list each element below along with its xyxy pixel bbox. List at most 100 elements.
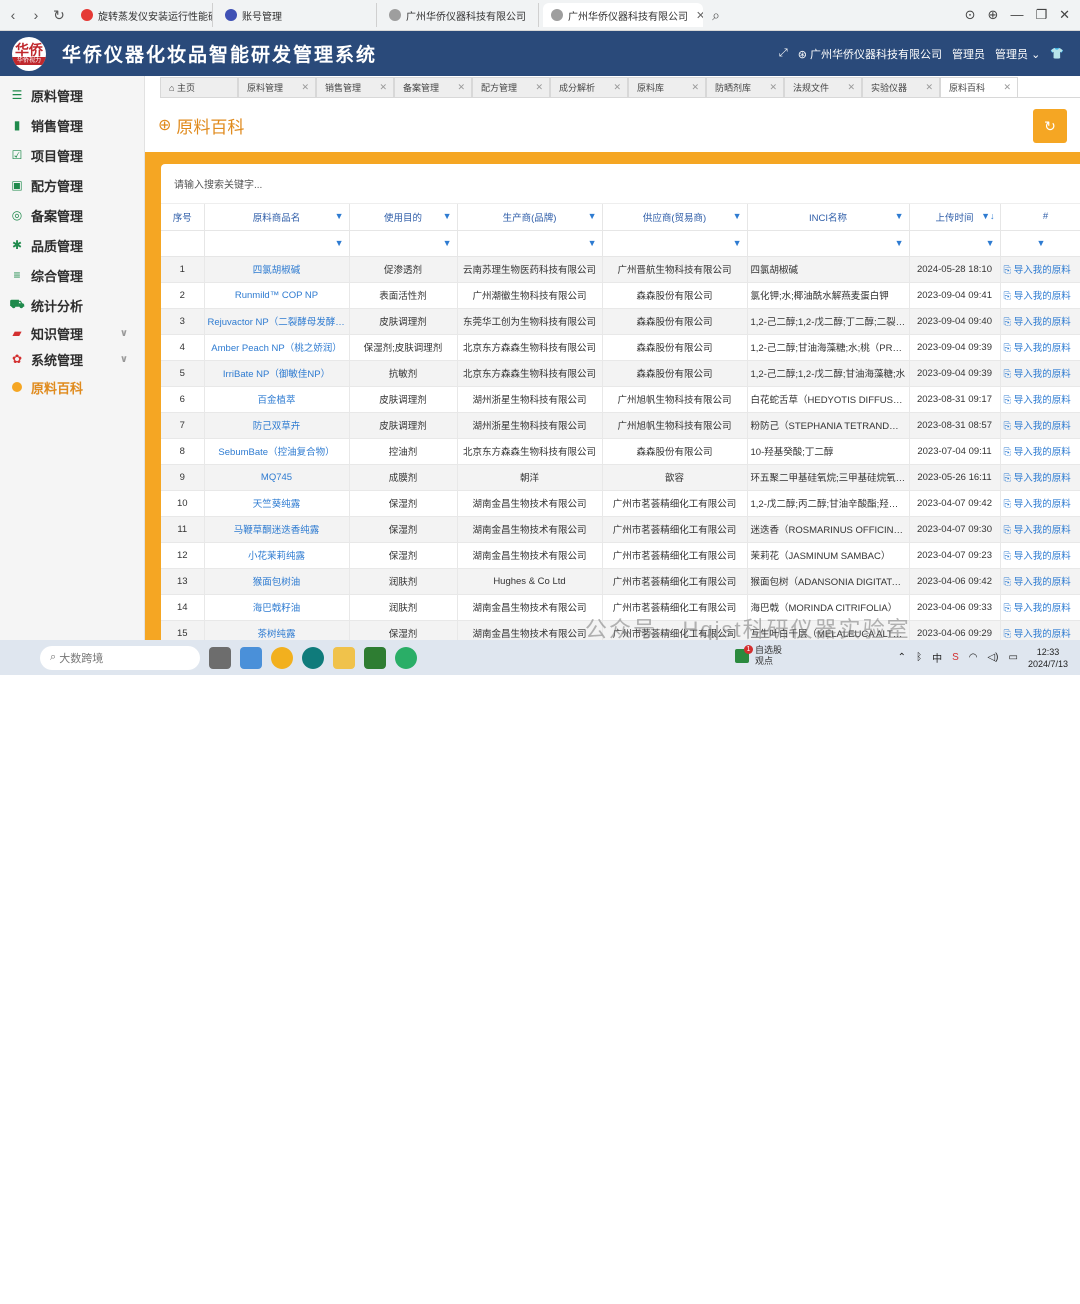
tab-sales[interactable]: 销售管理 ✕ [316,77,394,97]
sidebar-item-materials[interactable]: ☰ 原料管理 [0,80,144,110]
filter-input-name[interactable]: ▼ [204,230,350,257]
wifi-icon[interactable]: ◠ [969,652,978,663]
search-tabs-icon[interactable]: ⌕ [706,5,726,25]
close-icon[interactable]: ✕ [847,82,855,93]
filter-icon[interactable]: ▼ [986,238,995,248]
terminal-icon[interactable] [364,646,386,669]
user-role[interactable]: 管理员 [952,46,985,62]
import-material-button[interactable]: ⎘ 导入我的原料 [1000,386,1080,413]
col-header-inci[interactable]: INCI名称 ▼ [747,204,910,231]
tab-home[interactable]: ⌂ 主页 [160,77,238,97]
filter-icon[interactable]: ▼ [335,211,344,221]
browser-tab-active[interactable]: 广州华侨仪器科技有限公司 ✕ [543,3,703,27]
tab-material-library[interactable]: 原料库 ✕ [628,77,706,97]
sidebar-item-knowledge[interactable]: ▰ 知识管理 ∨ [0,320,144,346]
filter-input-manufacturer[interactable]: ▼ [457,230,603,257]
cell-name[interactable]: 百金植萃 [204,386,350,413]
import-material-button[interactable]: ⎘ 导入我的原料 [1000,516,1080,543]
cell-name[interactable]: 四氯胡椒碱 [204,256,350,283]
battery-icon[interactable]: ▭ [1009,652,1018,663]
taskbar-search[interactable]: ⌕ 大数跨境 [40,645,200,670]
stock-widget[interactable]: 1 自选股 观点 [735,645,782,667]
filter-input-purpose[interactable]: ▼ [349,230,458,257]
import-material-button[interactable]: ⎘ 导入我的原料 [1000,308,1080,335]
filter-input-supplier[interactable]: ▼ [602,230,748,257]
search-input[interactable]: 请输入搜索关键字... [161,164,1080,204]
fullscreen-icon[interactable]: ⤢ [779,47,788,60]
cell-name[interactable]: 茶树纯露 [204,620,350,640]
cell-name[interactable]: MQ745 [204,464,350,491]
cell-name[interactable]: 马鞭草酮迷迭香纯露 [204,516,350,543]
sort-desc-icon[interactable]: ▼↓ [981,211,994,221]
filter-icon[interactable]: ▼ [588,238,597,248]
volume-icon[interactable]: ◁) [987,652,998,663]
filter-input-action[interactable]: ▼ [1000,230,1080,257]
tab-filing[interactable]: 备案管理 ✕ [394,77,472,97]
import-material-button[interactable]: ⎘ 导入我的原料 [1000,282,1080,309]
theme-icon[interactable]: 👕 [1050,47,1064,60]
import-material-button[interactable]: ⎘ 导入我的原料 [1000,334,1080,361]
import-material-button[interactable]: ⎘ 导入我的原料 [1000,360,1080,387]
filter-input-inci[interactable]: ▼ [747,230,910,257]
cell-name[interactable]: 海巴戟籽油 [204,594,350,621]
import-material-button[interactable]: ⎘ 导入我的原料 [1000,464,1080,491]
tab-instruments[interactable]: 实验仪器 ✕ [862,77,940,97]
tab-sunscreen-library[interactable]: 防晒剂库 ✕ [706,77,784,97]
sidebar-item-general[interactable]: ≡ 综合管理 [0,260,144,290]
sidebar-item-formulas[interactable]: ▣ 配方管理 [0,170,144,200]
chevron-up-icon[interactable]: ⌃ [898,652,906,663]
import-material-button[interactable]: ⎘ 导入我的原料 [1000,620,1080,640]
filter-icon[interactable]: ▼ [895,211,904,221]
cell-name[interactable]: IrriBate NP（御敏佳NP） [204,360,350,387]
download-icon[interactable]: ⊙ [965,7,976,23]
browser-tab[interactable]: 旋转蒸发仪安装运行性能确认 - 百 [73,3,213,27]
close-icon[interactable]: ✕ [769,82,777,93]
clock[interactable]: 12:33 2024/7/13 [1028,646,1068,670]
tab-ingredient-analysis[interactable]: 成分解析 ✕ [550,77,628,97]
company-selector[interactable]: ⊛ 广州华侨仪器科技有限公司 [798,46,942,62]
minimize-icon[interactable]: — [1010,7,1023,23]
sidebar-item-stats[interactable]: ⛟ 统计分析 [0,290,144,320]
filter-input-upload-time[interactable]: ▼ [909,230,1001,257]
col-header-name[interactable]: 原料商品名 ▼ [204,204,350,231]
wechat-icon[interactable] [395,646,417,669]
cell-name[interactable]: 防己双草卉 [204,412,350,439]
import-material-button[interactable]: ⎘ 导入我的原料 [1000,594,1080,621]
refresh-button[interactable]: ↻ [1033,109,1067,143]
task-view-icon[interactable] [209,646,231,669]
import-material-button[interactable]: ⎘ 导入我的原料 [1000,542,1080,569]
filter-icon[interactable]: ▼ [733,211,742,221]
filter-icon[interactable]: ▼ [335,238,344,248]
back-icon[interactable]: ‹ [3,5,23,25]
close-icon[interactable]: ✕ [535,82,543,93]
cell-name[interactable]: Runmild™ COP NP [204,282,350,309]
cell-name[interactable]: 天竺葵纯露 [204,490,350,517]
close-icon[interactable]: ✕ [691,82,699,93]
sidebar-item-projects[interactable]: ☑ 项目管理 [0,140,144,170]
close-icon[interactable]: ✕ [301,82,309,93]
filter-icon[interactable]: ▼ [443,238,452,248]
close-icon[interactable]: ✕ [1003,82,1011,93]
sogou-icon[interactable]: S [952,652,959,663]
store-icon[interactable] [240,646,262,669]
tab-materials[interactable]: 原料管理 ✕ [238,77,316,97]
chrome-icon[interactable] [271,646,293,669]
user-menu[interactable]: 管理员 ⌄ [995,46,1040,62]
import-material-button[interactable]: ⎘ 导入我的原料 [1000,438,1080,465]
col-header-upload-time[interactable]: 上传时间 ▼↓ [909,204,1001,231]
close-icon[interactable]: ✕ [457,82,465,93]
restore-icon[interactable]: ❐ [1035,7,1047,23]
sidebar-item-sales[interactable]: ▮ 销售管理 [0,110,144,140]
tab-regulations[interactable]: 法规文件 ✕ [784,77,862,97]
close-window-icon[interactable]: ✕ [1059,7,1070,23]
close-icon[interactable]: ✕ [613,82,621,93]
sidebar-item-filing[interactable]: ◎ 备案管理 [0,200,144,230]
import-material-button[interactable]: ⎘ 导入我的原料 [1000,256,1080,283]
sidebar-item-encyclopedia[interactable]: 原料百科 [0,372,144,402]
close-tab-icon[interactable]: ✕ [688,9,703,22]
filter-icon[interactable]: ▼ [895,238,904,248]
col-header-manufacturer[interactable]: 生产商(品牌) ▼ [457,204,603,231]
explorer-icon[interactable] [333,646,355,669]
browser-tab[interactable]: 账号管理 [217,3,377,27]
filter-icon[interactable]: ▼ [1037,238,1046,248]
